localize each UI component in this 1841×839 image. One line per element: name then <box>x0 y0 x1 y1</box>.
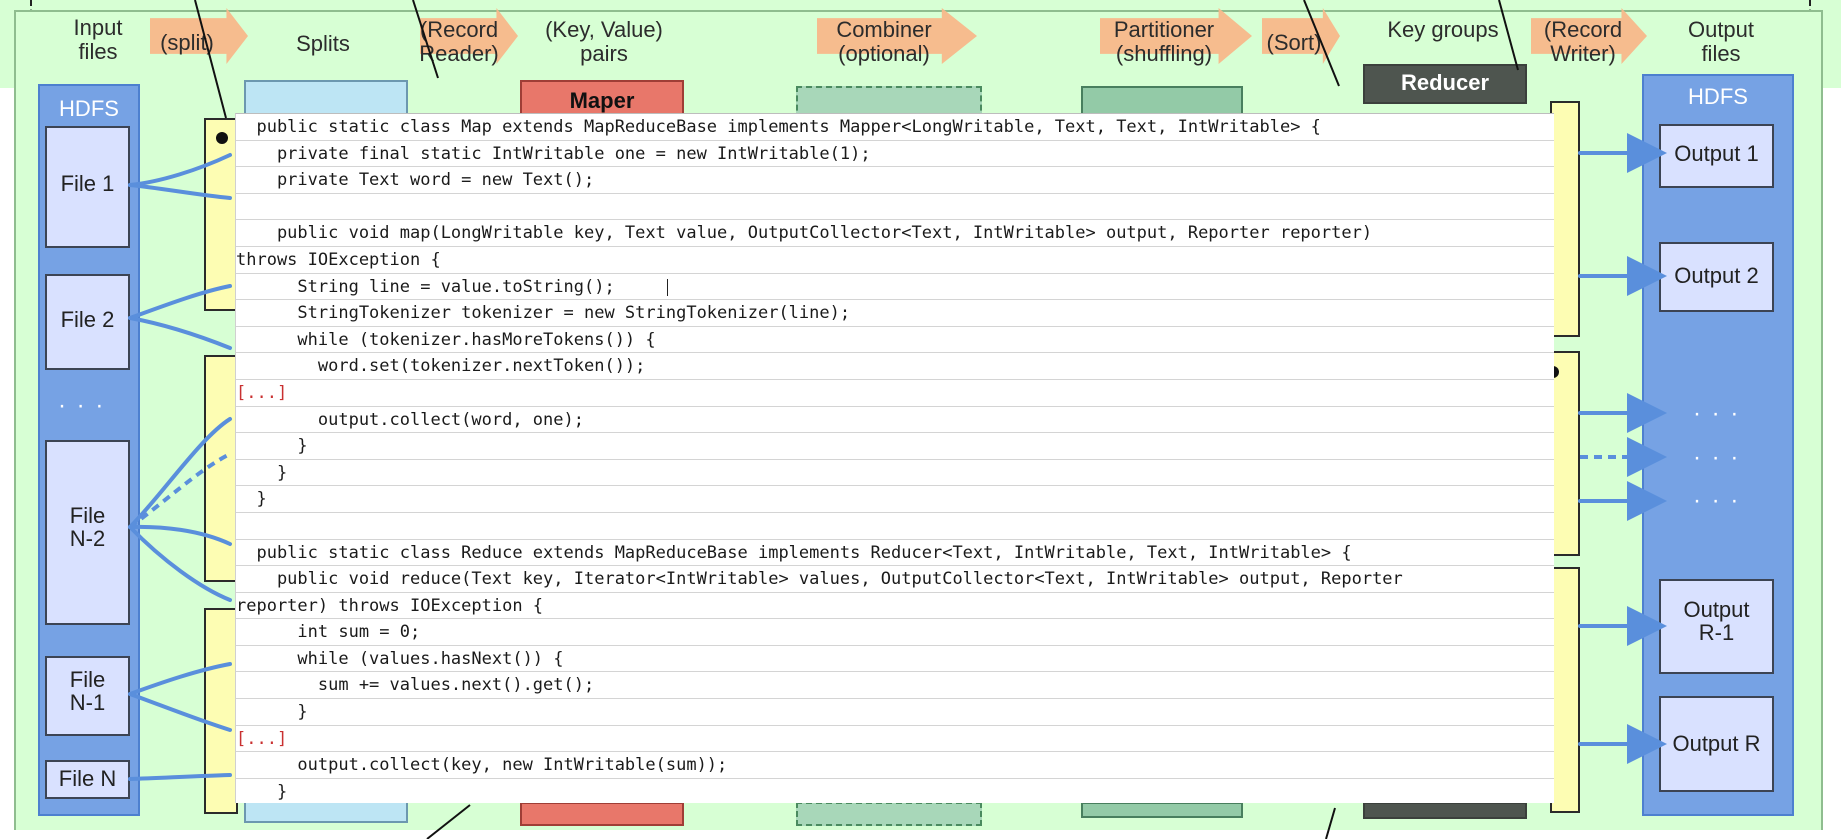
output-2-label: Output 2 <box>1674 263 1759 288</box>
code-line-16 <box>236 513 1554 540</box>
key-value-pairs-label: (Key, Value) pairs <box>545 17 663 66</box>
bottom-strip <box>0 830 1841 839</box>
output-files-label: Output files <box>1687 17 1755 66</box>
output-1-label: Output 1 <box>1674 141 1759 166</box>
partitioner-label: Partitioner (shuffling) <box>1113 17 1215 66</box>
code-line-7: String line = value.toString(); <box>236 274 1554 301</box>
left-yellow-block-2 <box>204 355 238 582</box>
splits-label: Splits <box>296 31 350 56</box>
code-line-3: private Text word = new Text(); <box>236 167 1554 194</box>
combiner-label: Combiner (optional) <box>836 17 932 66</box>
code-line-10: word.set(tokenizer.nextToken()); <box>236 353 1554 380</box>
code-line-17: public static class Reduce extends MapRe… <box>236 540 1554 567</box>
record-writer-label: (Record Writer) <box>1543 17 1623 66</box>
record-reader-label: (Record Reader) <box>419 17 499 66</box>
input-files-label: Input files <box>73 15 123 64</box>
file-2-label: File 2 <box>60 307 115 332</box>
code-line-20: int sum = 0; <box>236 619 1554 646</box>
left-ellipsis: · · · <box>58 392 106 419</box>
code-line-23: } <box>236 699 1554 726</box>
code-line-24: [...] <box>236 726 1554 753</box>
code-line-4 <box>236 194 1554 221</box>
file-n1-label: File N-1 <box>69 667 106 716</box>
right-yellow-block-3 <box>1550 567 1580 813</box>
output-r1-label: Output R-1 <box>1683 597 1750 646</box>
code-line-19: reporter) throws IOException { <box>236 593 1554 620</box>
sort-label: (Sort) <box>1266 30 1322 55</box>
code-line-6: throws IOException { <box>236 247 1554 274</box>
mapper-title: Maper <box>569 88 635 113</box>
bottom-combiner-block <box>796 802 982 826</box>
split-label: (split) <box>160 30 214 55</box>
right-ellipsis-1: · · · <box>1693 400 1741 427</box>
text-cursor <box>667 278 668 296</box>
key-groups-label: Key groups <box>1387 17 1499 42</box>
code-panel: public static class Map extends MapReduc… <box>235 113 1554 803</box>
file-1-label: File 1 <box>60 171 115 196</box>
file-n-label: File N <box>58 766 117 791</box>
bottom-mapper-block <box>520 802 684 826</box>
code-line-15: } <box>236 486 1554 513</box>
right-hdfs-title: HDFS <box>1688 84 1748 109</box>
code-line-18: public void reduce(Text key, Iterator<In… <box>236 566 1554 593</box>
code-lines: public static class Map extends MapReduc… <box>236 114 1554 803</box>
right-ellipsis-2: · · · <box>1693 444 1741 471</box>
code-line-25: output.collect(key, new IntWritable(sum)… <box>236 752 1554 779</box>
right-yellow-block-1 <box>1550 101 1580 337</box>
code-line-1: public static class Map extends MapReduc… <box>236 114 1554 141</box>
reducer-title: Reducer <box>1400 70 1490 95</box>
code-line-21: while (values.hasNext()) { <box>236 646 1554 673</box>
output-r-label: Output R <box>1672 731 1761 756</box>
code-line-12: output.collect(word, one); <box>236 407 1554 434</box>
code-line-2: private final static IntWritable one = n… <box>236 141 1554 168</box>
mapreduce-diagram-stage: Input files (split) Splits (Record Reade… <box>0 0 1841 839</box>
code-line-13: } <box>236 433 1554 460</box>
code-line-8: StringTokenizer tokenizer = new StringTo… <box>236 300 1554 327</box>
code-line-26: } <box>236 779 1554 803</box>
left-yellow-block-1 <box>204 118 238 311</box>
code-line-14: } <box>236 460 1554 487</box>
right-yellow-block-2 <box>1550 351 1580 556</box>
code-line-22: sum += values.next().get(); <box>236 672 1554 700</box>
bottom-reducer-block <box>1363 802 1527 819</box>
file-n2-label: File N-2 <box>69 503 106 552</box>
code-line-11: [...] <box>236 380 1554 407</box>
bottom-partitioner-block <box>1081 802 1243 818</box>
right-ellipsis-3: · · · <box>1693 487 1741 514</box>
left-hdfs-title: HDFS <box>59 96 119 121</box>
code-line-5: public void map(LongWritable key, Text v… <box>236 220 1554 247</box>
left-yellow-block-3 <box>204 608 238 814</box>
code-line-9: while (tokenizer.hasMoreTokens()) { <box>236 327 1554 354</box>
